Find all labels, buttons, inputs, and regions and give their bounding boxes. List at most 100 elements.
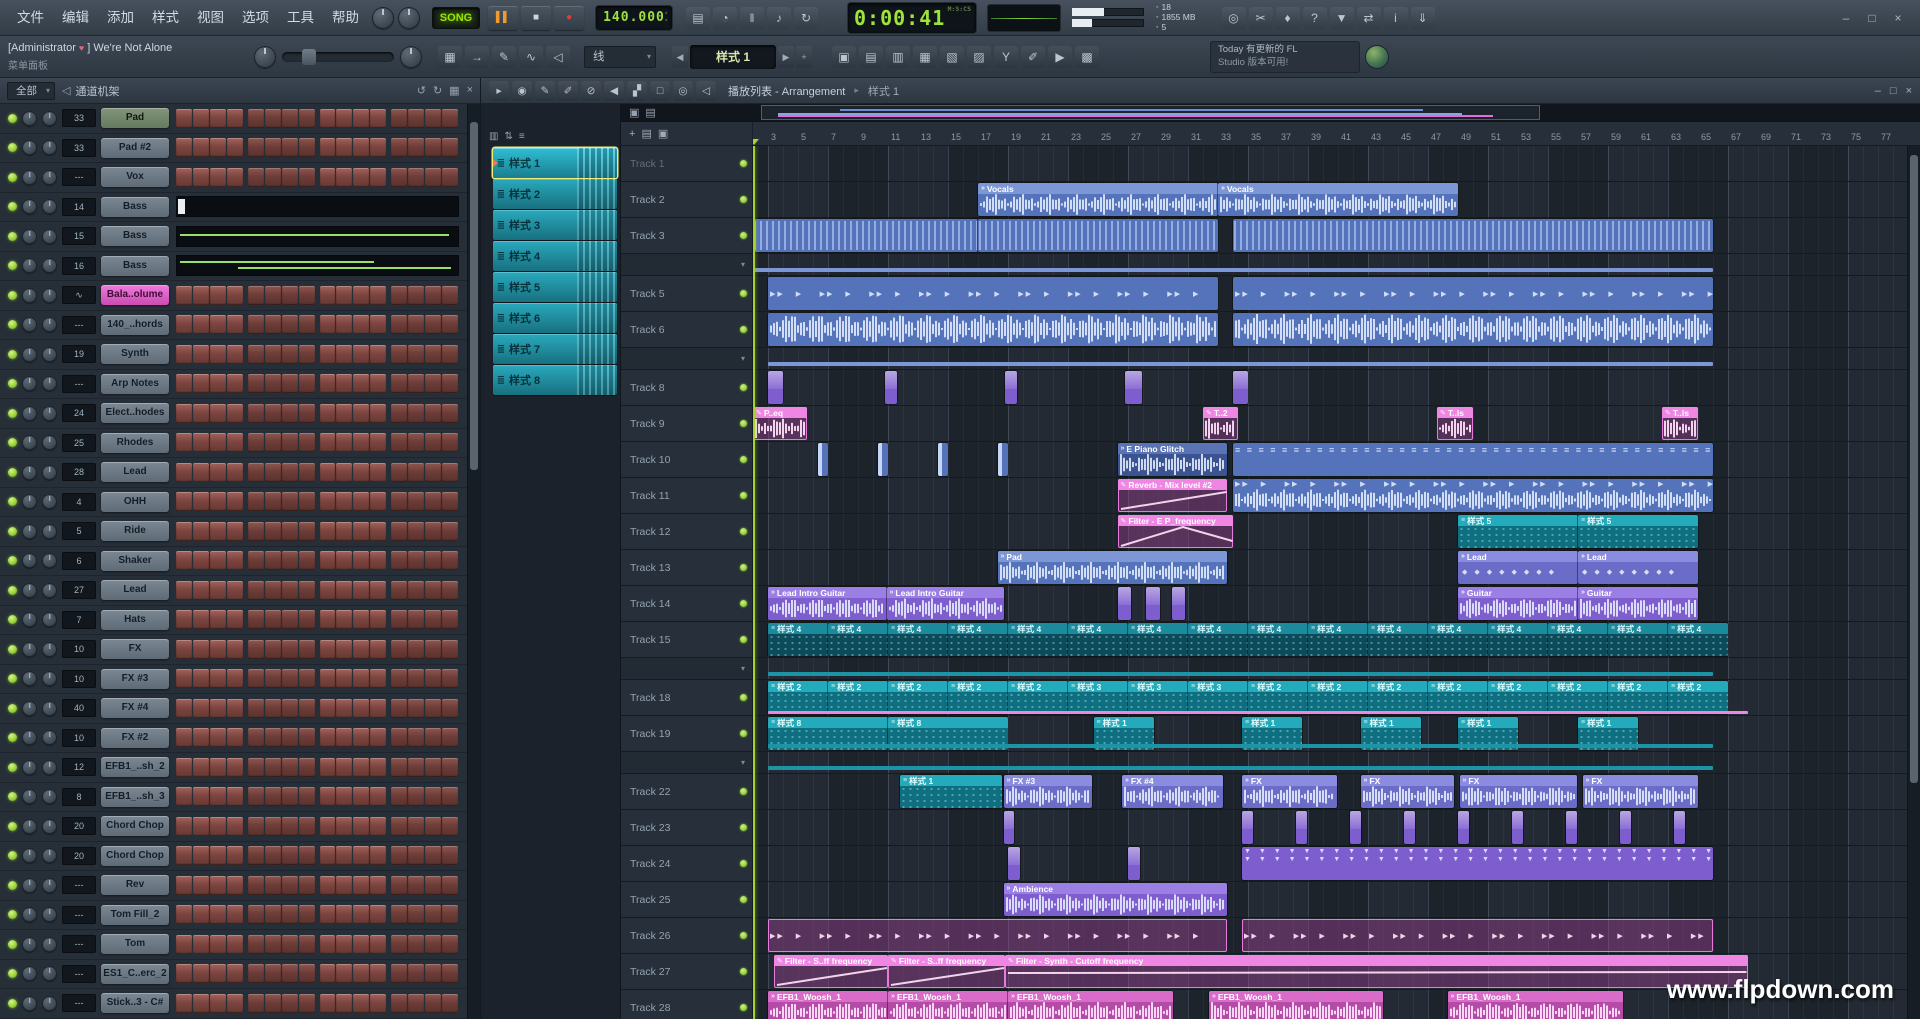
step-cell[interactable] xyxy=(282,728,298,747)
step-cell[interactable] xyxy=(370,168,386,187)
ps-sort-icon[interactable]: ⇅ xyxy=(504,131,512,142)
channel-volume-knob[interactable] xyxy=(42,465,57,480)
channel-pan-knob[interactable] xyxy=(22,465,37,480)
cr-redo-icon[interactable]: ↻ xyxy=(433,84,442,97)
clip[interactable] xyxy=(1674,811,1685,844)
channel-pan-knob[interactable] xyxy=(22,907,37,922)
step-cell[interactable] xyxy=(336,374,352,393)
clip--2[interactable]: ≡样式 2 xyxy=(948,681,1008,714)
clip--1[interactable]: ≡样式 1 xyxy=(900,775,1002,808)
channel-pan-knob[interactable] xyxy=(22,642,37,657)
save-icon[interactable]: ▼ xyxy=(1330,7,1354,29)
step-cell[interactable] xyxy=(391,109,407,128)
clip-strip[interactable] xyxy=(768,766,1713,770)
step-cell[interactable] xyxy=(282,345,298,364)
step-cell[interactable] xyxy=(248,345,264,364)
step-cell[interactable] xyxy=(193,581,209,600)
channel-pan-knob[interactable] xyxy=(22,288,37,303)
step-cell[interactable] xyxy=(227,994,243,1013)
channel-volume-knob[interactable] xyxy=(42,140,57,155)
channel-enable-led[interactable] xyxy=(8,232,17,241)
step-cell[interactable] xyxy=(248,168,264,187)
step-cell[interactable] xyxy=(370,994,386,1013)
step-cell[interactable] xyxy=(248,669,264,688)
step-cell[interactable] xyxy=(282,669,298,688)
step-cell[interactable] xyxy=(353,109,369,128)
step-cell[interactable] xyxy=(210,935,226,954)
step-cell[interactable] xyxy=(265,935,281,954)
step-cell[interactable] xyxy=(320,433,336,452)
track-mute-led[interactable] xyxy=(740,564,747,571)
step-cell[interactable] xyxy=(408,905,424,924)
channel-button-rhodes[interactable]: Rhodes xyxy=(101,433,169,453)
clip--4[interactable]: ≡样式 4 xyxy=(768,623,828,656)
track-mute-led[interactable] xyxy=(740,160,747,167)
channel-volume-knob[interactable] xyxy=(42,819,57,834)
step-cell[interactable] xyxy=(320,728,336,747)
track-collapse-icon[interactable]: ▾ xyxy=(741,260,745,269)
channel-pan-knob[interactable] xyxy=(22,730,37,745)
step-cell[interactable] xyxy=(336,699,352,718)
step-cell[interactable] xyxy=(265,669,281,688)
step-cell[interactable] xyxy=(425,964,441,983)
channel-enable-led[interactable] xyxy=(8,615,17,624)
step-cell[interactable] xyxy=(320,138,336,157)
step-cell[interactable] xyxy=(248,492,264,511)
step-cell[interactable] xyxy=(370,787,386,806)
step-cell[interactable] xyxy=(282,551,298,570)
step-cell[interactable] xyxy=(248,315,264,334)
step-cell[interactable] xyxy=(227,463,243,482)
step-cell[interactable] xyxy=(442,846,458,865)
download-icon[interactable]: ⇓ xyxy=(1411,7,1435,29)
clip--2[interactable]: ≡样式 2 xyxy=(1308,681,1368,714)
step-cell[interactable] xyxy=(408,669,424,688)
track-mute-led[interactable] xyxy=(740,860,747,867)
channel-pan-knob[interactable] xyxy=(22,878,37,893)
wait-icon[interactable]: ‖ xyxy=(740,7,764,29)
step-cell[interactable] xyxy=(425,994,441,1013)
master-volume-slider[interactable] xyxy=(282,52,394,62)
clip[interactable] xyxy=(938,443,949,476)
step-cell[interactable] xyxy=(425,846,441,865)
clip--2[interactable]: ≡样式 2 xyxy=(1488,681,1548,714)
step-cell[interactable] xyxy=(299,758,315,777)
clip--2[interactable]: ≡样式 2 xyxy=(768,681,828,714)
step-cell[interactable] xyxy=(336,138,352,157)
channel-button-140-hords[interactable]: 140_..hords xyxy=(101,315,169,335)
step-cell[interactable] xyxy=(265,640,281,659)
step-cell[interactable] xyxy=(320,846,336,865)
step-cell[interactable] xyxy=(193,669,209,688)
step-cell[interactable] xyxy=(176,758,192,777)
playlist-maximize-button[interactable]: □ xyxy=(1890,85,1897,97)
step-cell[interactable] xyxy=(299,964,315,983)
step-cell[interactable] xyxy=(370,138,386,157)
web-icon[interactable] xyxy=(1366,46,1388,68)
step-cell[interactable] xyxy=(442,669,458,688)
step-cell[interactable] xyxy=(193,286,209,305)
step-cell[interactable] xyxy=(391,610,407,629)
track-header-track-6[interactable]: Track 6 xyxy=(621,312,752,348)
step-cell[interactable] xyxy=(193,905,209,924)
track-mute-led[interactable] xyxy=(740,824,747,831)
clip[interactable] xyxy=(1350,811,1361,844)
step-cell[interactable] xyxy=(370,463,386,482)
channel-enable-led[interactable] xyxy=(8,320,17,329)
clip-efb1-woosh-1[interactable]: »EFB1_Woosh_1 xyxy=(888,991,1008,1019)
master-pitch-knob[interactable] xyxy=(400,46,422,68)
step-cell[interactable] xyxy=(353,817,369,836)
step-cell[interactable] xyxy=(227,345,243,364)
step-cell[interactable] xyxy=(336,522,352,541)
step-cell[interactable] xyxy=(370,522,386,541)
step-cell[interactable] xyxy=(442,905,458,924)
track-mute-led[interactable] xyxy=(740,788,747,795)
step-cell[interactable] xyxy=(353,463,369,482)
clip-efb1-woosh-1[interactable]: »EFB1_Woosh_1 xyxy=(768,991,888,1019)
step-cell[interactable] xyxy=(265,581,281,600)
clip[interactable] xyxy=(1008,847,1020,880)
step-cell[interactable] xyxy=(299,463,315,482)
step-cell[interactable] xyxy=(248,551,264,570)
playlist-vertical-scrollbar[interactable] xyxy=(1907,146,1920,1019)
step-cell[interactable] xyxy=(353,551,369,570)
track-collapse-icon[interactable]: ▾ xyxy=(741,664,745,673)
step-cell[interactable] xyxy=(442,168,458,187)
